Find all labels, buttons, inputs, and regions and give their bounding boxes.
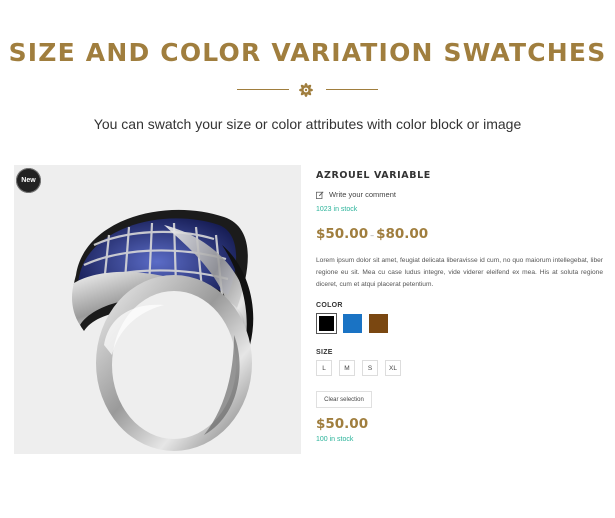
size-label: SIZE bbox=[316, 349, 333, 356]
swatch-fill bbox=[319, 316, 334, 331]
edit-icon bbox=[316, 190, 324, 199]
size-option-m[interactable]: M bbox=[339, 360, 355, 376]
swatch-fill bbox=[343, 314, 362, 333]
stock-status-top: 1023 in stock bbox=[316, 206, 358, 213]
color-swatch-brown[interactable] bbox=[368, 313, 389, 334]
title-divider bbox=[0, 80, 615, 100]
ring-image bbox=[72, 209, 254, 451]
color-swatches bbox=[316, 313, 394, 334]
divider-line-left bbox=[237, 89, 289, 90]
review-link-label: Write your comment bbox=[329, 190, 396, 199]
product-description: Lorem ipsum dolor sit amet, feugiat deli… bbox=[316, 257, 603, 288]
stock-status-bottom: 100 in stock bbox=[316, 436, 354, 443]
price-range: $50.00– $80.00 bbox=[316, 226, 428, 242]
new-badge: New bbox=[16, 168, 41, 193]
divider-line-right bbox=[326, 89, 378, 90]
product-name: AZROUEL VARIABLE bbox=[316, 170, 431, 181]
size-option-xl[interactable]: XL bbox=[385, 360, 401, 376]
color-swatch-blue[interactable] bbox=[342, 313, 363, 334]
swatch-fill bbox=[369, 314, 388, 333]
page-title: SIZE AND COLOR VARIATION SWATCHES bbox=[8, 38, 607, 67]
size-option-l[interactable]: L bbox=[316, 360, 332, 376]
page-subtitle: You can swatch your size or color attrib… bbox=[93, 116, 522, 132]
price-min: $50.00 bbox=[316, 226, 369, 242]
selected-price: $50.00 bbox=[316, 416, 369, 432]
write-review-link[interactable]: Write your comment bbox=[316, 190, 396, 199]
flower-ornament-icon bbox=[299, 83, 313, 97]
size-swatches: L M S XL bbox=[316, 360, 408, 376]
size-option-s[interactable]: S bbox=[362, 360, 378, 376]
product-image[interactable]: New bbox=[14, 165, 301, 454]
price-max: $80.00 bbox=[376, 226, 429, 242]
clear-selection-button[interactable]: Clear selection bbox=[316, 391, 372, 408]
price-separator: – bbox=[370, 231, 375, 240]
color-swatch-black[interactable] bbox=[316, 313, 337, 334]
color-label: COLOR bbox=[316, 302, 343, 309]
